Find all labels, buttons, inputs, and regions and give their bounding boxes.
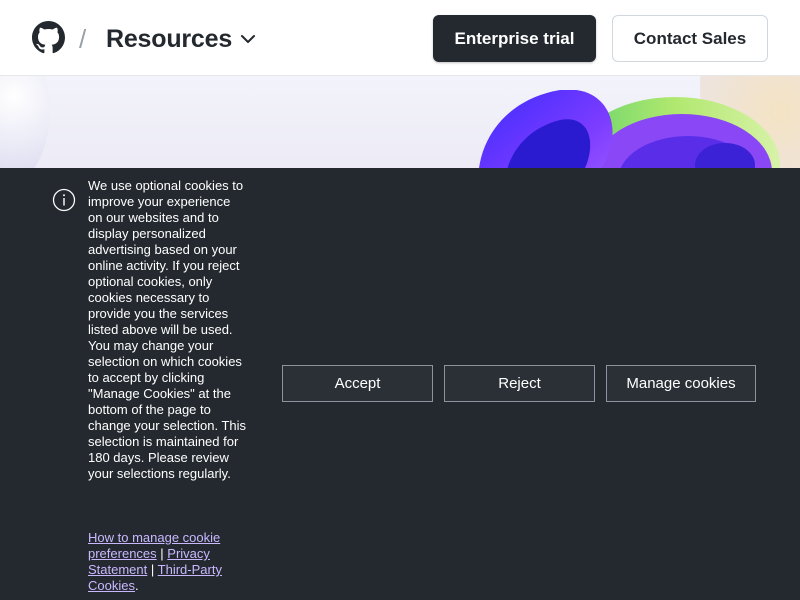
enterprise-trial-button[interactable]: Enterprise trial (433, 15, 596, 62)
hero-decoration-left (0, 76, 50, 168)
cookie-links: How to manage cookie preferences | Priva… (88, 530, 248, 594)
site-header: / Resources Enterprise trial Contact Sal… (0, 0, 800, 76)
accept-cookies-button[interactable]: Accept (282, 365, 433, 402)
cookie-message: We use optional cookies to improve your … (88, 178, 247, 481)
breadcrumb-separator: / (79, 24, 87, 54)
section-title[interactable]: Resources (106, 25, 232, 54)
cookie-consent-banner: We use optional cookies to improve your … (0, 168, 800, 600)
info-icon (52, 188, 76, 212)
manage-cookies-button[interactable]: Manage cookies (606, 365, 756, 402)
link-separator: | (150, 562, 155, 577)
chevron-down-icon[interactable] (240, 33, 256, 45)
links-end-punctuation: . (134, 578, 139, 593)
contact-sales-button[interactable]: Contact Sales (612, 15, 768, 62)
github-mark-icon[interactable] (32, 21, 65, 54)
link-separator: | (160, 546, 164, 561)
hero-3d-illustration (479, 90, 780, 168)
reject-cookies-button[interactable]: Reject (444, 365, 595, 402)
hero-background (0, 76, 800, 168)
